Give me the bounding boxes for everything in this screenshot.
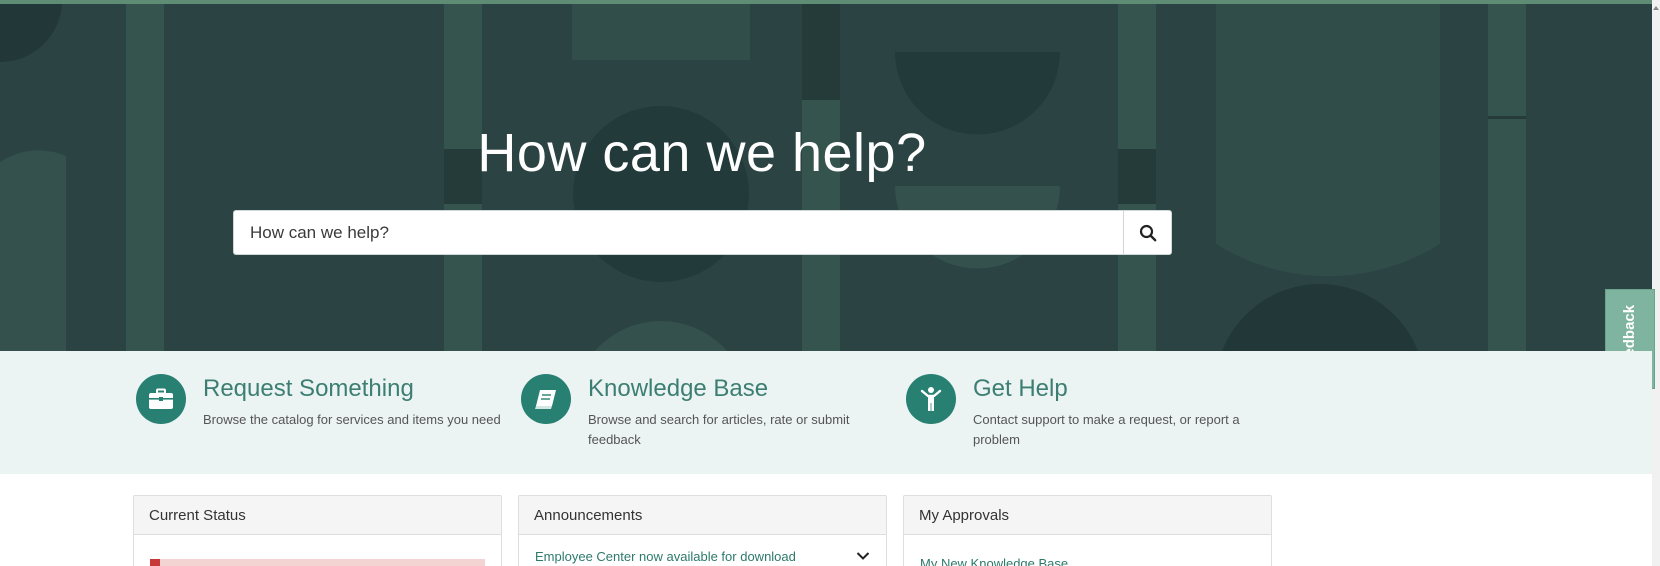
briefcase-icon: [136, 374, 186, 424]
approval-link[interactable]: My New Knowledge Base: [920, 556, 1068, 566]
announcement-link[interactable]: Employee Center now available for downlo…: [535, 549, 796, 564]
quick-link-request-something[interactable]: Request Something Browse the catalog for…: [136, 374, 503, 430]
search-button[interactable]: [1123, 211, 1171, 254]
book-icon: [521, 374, 571, 424]
status-alert-accent: [150, 559, 160, 566]
scroll-up-arrow-icon[interactable]: [1653, 6, 1659, 10]
status-alert-bar: [150, 559, 485, 566]
announcement-item[interactable]: Employee Center now available for downlo…: [535, 535, 870, 566]
my-approvals-card: My Approvals My New Knowledge Base: [903, 495, 1272, 566]
hero-banner: How can we help?: [0, 4, 1652, 351]
card-title: My Approvals: [919, 506, 1010, 524]
quick-link-description: Contact support to make a request, or re…: [973, 412, 1240, 447]
quick-link-get-help[interactable]: Get Help Contact support to make a reque…: [906, 374, 1273, 450]
current-status-card: Current Status: [133, 495, 502, 566]
search-bar: [233, 210, 1172, 255]
person-icon: [906, 374, 956, 424]
card-header: Current Status: [134, 496, 501, 535]
quick-link-description: Browse the catalog for services and item…: [203, 412, 501, 427]
announcements-card: Announcements Employee Center now availa…: [518, 495, 887, 566]
quick-link-description: Browse and search for articles, rate or …: [588, 412, 850, 447]
card-header: My Approvals: [904, 496, 1271, 535]
card-title: Current Status: [149, 506, 246, 524]
page-title: How can we help?: [477, 123, 927, 183]
approval-item: My New Knowledge Base: [920, 535, 1255, 566]
quick-link-title: Request Something: [203, 375, 414, 402]
card-title: Announcements: [534, 506, 643, 524]
quick-link-title: Knowledge Base: [588, 375, 769, 402]
search-icon: [1139, 224, 1156, 241]
page-scrollbar[interactable]: [1652, 0, 1660, 566]
chevron-down-icon[interactable]: [856, 551, 870, 561]
quick-link-title: Get Help: [973, 375, 1068, 402]
search-input[interactable]: [234, 211, 1123, 254]
card-header: Announcements: [519, 496, 886, 535]
quick-link-knowledge-base[interactable]: Knowledge Base Browse and search for art…: [521, 374, 888, 450]
quick-links-bar: Request Something Browse the catalog for…: [0, 351, 1652, 474]
